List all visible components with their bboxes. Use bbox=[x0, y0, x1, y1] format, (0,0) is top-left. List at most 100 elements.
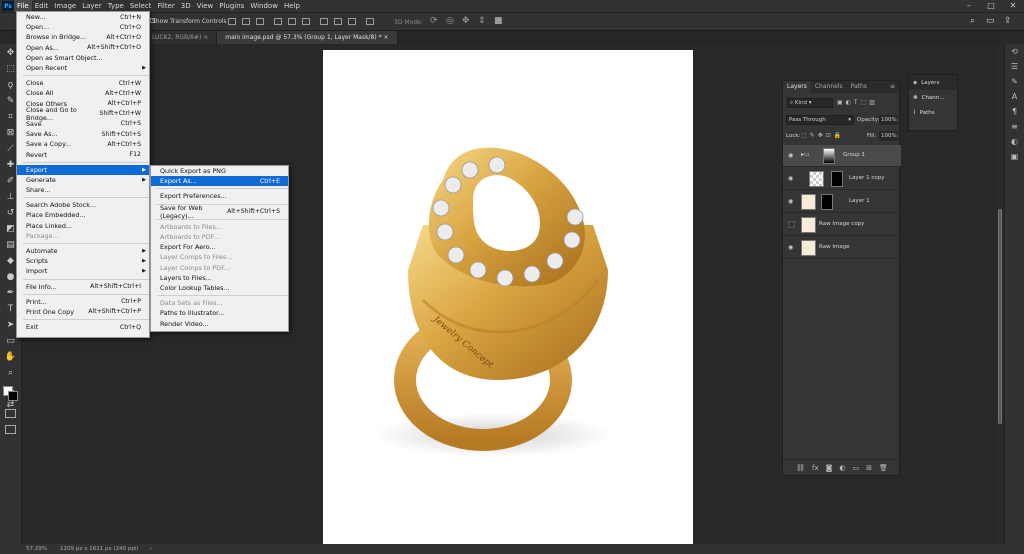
3d-pan-icon[interactable]: ✥ bbox=[462, 16, 470, 26]
menu-item-print[interactable]: Print... Ctrl+P bbox=[17, 297, 149, 307]
menu-item-share[interactable]: Share... bbox=[17, 185, 149, 195]
share-icon[interactable]: ⇪ bbox=[1004, 16, 1012, 26]
visibility-eye-icon[interactable]: ◉ bbox=[788, 152, 795, 159]
filter-kind-select[interactable]: ⌕ Kind ▾ bbox=[787, 98, 833, 108]
menu-item-file-info[interactable]: File Info... Alt+Shift+Ctrl+I bbox=[17, 282, 149, 292]
menu-item-export-preferences[interactable]: Export Preferences... bbox=[151, 191, 288, 201]
filter-type-icons[interactable]: ▣◐T⬚▥ bbox=[837, 99, 878, 106]
panel-menu-icon[interactable]: ≡ bbox=[890, 81, 899, 93]
layer-thumbnail[interactable] bbox=[809, 171, 824, 187]
properties-icon[interactable]: ☰ bbox=[1009, 62, 1021, 74]
swatches-icon[interactable]: ▣ bbox=[1009, 152, 1021, 164]
close-icon[interactable]: ✕ bbox=[1002, 0, 1024, 12]
3d-rotate-icon[interactable]: ⟳ bbox=[430, 16, 438, 26]
screen-mode-icon[interactable] bbox=[5, 425, 16, 434]
menu-item-place-linked[interactable]: Place Linked... bbox=[17, 221, 149, 231]
layer-row-raw-image-copy[interactable]: Raw Image copy bbox=[783, 214, 901, 236]
character-icon[interactable]: A bbox=[1009, 92, 1021, 104]
history-icon[interactable]: ⟲ bbox=[1009, 47, 1021, 59]
vertical-scrollbar[interactable] bbox=[996, 44, 1004, 544]
quick-mask-icon[interactable] bbox=[5, 409, 16, 418]
3d-scale-icon[interactable]: ■ bbox=[494, 16, 503, 26]
fill-input[interactable]: 100% bbox=[879, 131, 897, 141]
menu-3d[interactable]: 3D bbox=[178, 0, 194, 12]
menu-item-print-one-copy[interactable]: Print One Copy Alt+Shift+Ctrl+P bbox=[17, 307, 149, 317]
new-layer-icon[interactable]: ⊞ bbox=[866, 464, 872, 472]
tab-channels[interactable]: Channels bbox=[811, 81, 847, 93]
mini-paths-button[interactable]: ⌇ Paths bbox=[909, 105, 957, 120]
link-layers-icon[interactable]: ⛓ bbox=[796, 464, 805, 472]
menu-item-search-adobe-stock[interactable]: Search Adobe Stock... bbox=[17, 200, 149, 210]
layer-row-group-1[interactable]: ◉ ▸▭ Group 1 bbox=[783, 145, 901, 167]
tab-main-image[interactable]: main image.psd @ 57.3% (Group 1, Layer M… bbox=[217, 31, 398, 44]
document-info[interactable]: 1209 px x 1611 px (240 ppi) bbox=[60, 544, 139, 554]
menu-help[interactable]: Help bbox=[281, 0, 303, 12]
distribute-top-icon[interactable] bbox=[320, 18, 328, 25]
menu-item-place-embedded[interactable]: Place Embedded... bbox=[17, 210, 149, 220]
visibility-eye-icon[interactable]: ◉ bbox=[788, 198, 795, 205]
minimize-icon[interactable]: – bbox=[958, 0, 980, 12]
menu-item-open[interactable]: Open... Ctrl+O bbox=[17, 22, 149, 32]
menu-item-open-as[interactable]: Open As... Alt+Shift+Ctrl+O bbox=[17, 43, 149, 53]
3d-slide-icon[interactable]: ⇕ bbox=[478, 16, 486, 26]
menu-item-close-all[interactable]: Close All Alt+Ctrl+W bbox=[17, 88, 149, 98]
layer-mask-thumbnail[interactable] bbox=[831, 171, 843, 187]
menu-item-revert[interactable]: Revert F12 bbox=[17, 149, 149, 159]
menu-item-exit[interactable]: Exit Ctrl+Q bbox=[17, 322, 149, 332]
layer-thumbnail[interactable] bbox=[801, 194, 816, 210]
zoom-level[interactable]: 57.29% bbox=[26, 544, 47, 554]
more-options-icon[interactable] bbox=[366, 18, 374, 25]
layer-thumbnail[interactable] bbox=[801, 217, 816, 233]
layer-row-layer-1-copy[interactable]: ◉ Layer 1 copy bbox=[783, 168, 901, 190]
adjustment-layer-icon[interactable]: ◐ bbox=[839, 464, 845, 472]
menu-item-close[interactable]: Close Ctrl+W bbox=[17, 78, 149, 88]
zoom-tool-icon[interactable]: ⌕ bbox=[4, 366, 18, 380]
align-top-icon[interactable] bbox=[274, 18, 282, 25]
workspace-icon[interactable]: ▭ bbox=[986, 16, 995, 26]
layer-row-raw-image[interactable]: ◉ Raw Image bbox=[783, 237, 901, 259]
align-middle-icon[interactable] bbox=[288, 18, 296, 25]
distribute-bottom-icon[interactable] bbox=[348, 18, 356, 25]
layer-mask-thumbnail[interactable] bbox=[821, 194, 833, 210]
menu-item-new[interactable]: New... Ctrl+N bbox=[17, 12, 149, 22]
opacity-input[interactable]: 100% bbox=[879, 115, 897, 125]
menu-item-render-video[interactable]: Render Video... bbox=[151, 318, 288, 328]
visibility-toggle-empty[interactable] bbox=[788, 221, 795, 228]
menu-item-open-recent[interactable]: Open Recent ▶ bbox=[17, 63, 149, 73]
layer-row-layer-1[interactable]: ◉ Layer 1 bbox=[783, 191, 901, 213]
align-right-icon[interactable] bbox=[256, 18, 264, 25]
menu-item-quick-export-png[interactable]: Quick Export as PNG bbox=[151, 166, 288, 176]
3d-roll-icon[interactable]: ◎ bbox=[446, 16, 454, 26]
menu-item-browse-in-bridge[interactable]: Browse in Bridge... Alt+Ctrl+O bbox=[17, 32, 149, 42]
status-arrow-icon[interactable]: › bbox=[150, 544, 152, 554]
tab-paths[interactable]: Paths bbox=[847, 81, 871, 93]
menu-item-save-as[interactable]: Save As... Shift+Ctrl+S bbox=[17, 129, 149, 139]
visibility-eye-icon[interactable]: ◉ bbox=[788, 244, 795, 251]
tab-luck2[interactable]: LUCK2, RGB/8#) × bbox=[144, 31, 218, 44]
tab-layers[interactable]: Layers bbox=[783, 81, 811, 93]
menu-item-paths-to-illustrator[interactable]: Paths to Illustrator... bbox=[151, 308, 288, 318]
lock-icons[interactable]: ⬚✎✥⊡🔒 bbox=[801, 132, 844, 139]
mini-layers-button[interactable]: ◈ Layers bbox=[909, 75, 957, 90]
menu-window[interactable]: Window bbox=[247, 0, 281, 12]
vertical-scroll-thumb[interactable] bbox=[998, 209, 1002, 424]
menu-item-generate[interactable]: Generate ▶ bbox=[17, 175, 149, 185]
menu-item-automate[interactable]: Automate ▶ bbox=[17, 246, 149, 256]
menu-item-layers-to-files[interactable]: Layers to Files... bbox=[151, 273, 288, 283]
menu-item-close-and-go-to-bridge[interactable]: Close and Go to Bridge... Shift+Ctrl+W bbox=[17, 106, 149, 122]
layer-style-icon[interactable]: fx bbox=[812, 464, 819, 472]
color-icon[interactable]: ◐ bbox=[1009, 137, 1021, 149]
maximize-icon[interactable]: □ bbox=[980, 0, 1002, 12]
hand-tool-icon[interactable]: ✋ bbox=[4, 350, 18, 364]
layer-thumbnail[interactable] bbox=[801, 240, 816, 256]
delete-layer-icon[interactable]: 🗑 bbox=[879, 464, 888, 472]
menu-item-color-lookup-tables[interactable]: Color Lookup Tables... bbox=[151, 283, 288, 293]
mini-channels-button[interactable]: ❋ Chann... bbox=[909, 90, 957, 105]
brush-settings-icon[interactable]: ✎ bbox=[1009, 77, 1021, 89]
add-mask-icon[interactable]: ◙ bbox=[826, 464, 833, 472]
align-center-icon[interactable] bbox=[242, 18, 250, 25]
search-icon[interactable]: ⌕ bbox=[970, 16, 975, 26]
menu-item-export-for-aero[interactable]: Export For Aero... bbox=[151, 242, 288, 252]
blend-mode-select[interactable]: Pass Through ▾ bbox=[786, 115, 854, 125]
menu-filter[interactable]: Filter bbox=[154, 0, 177, 12]
